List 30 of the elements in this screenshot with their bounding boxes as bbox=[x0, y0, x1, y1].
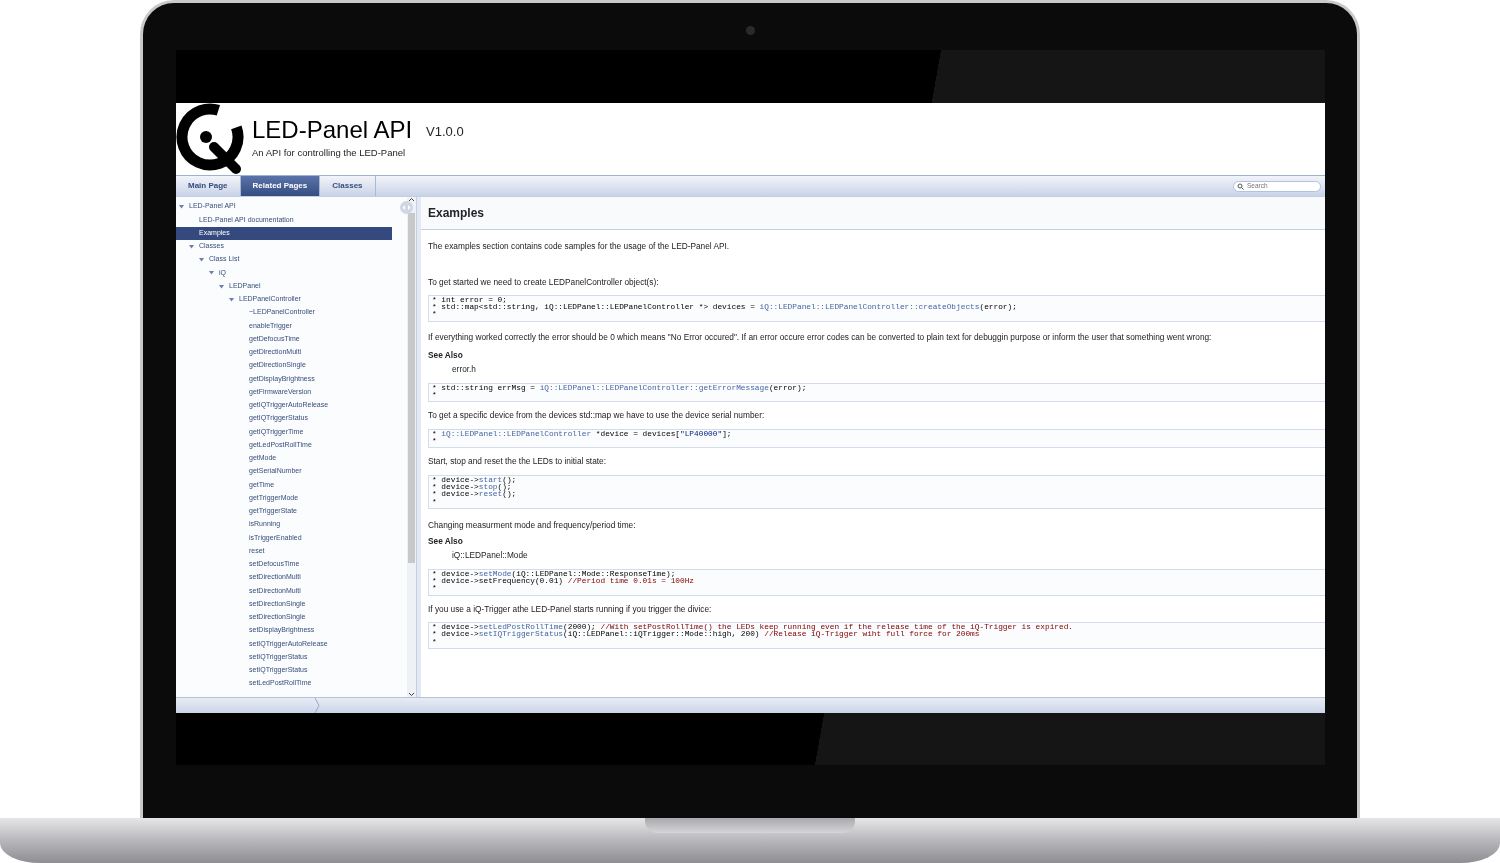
paragraph: To get a specific device from the devices std::map we have to use the device serial number: bbox=[428, 409, 766, 422]
caret-icon[interactable] bbox=[209, 270, 214, 276]
caret-icon[interactable] bbox=[219, 283, 224, 289]
caret-icon[interactable] bbox=[199, 257, 204, 263]
see-also-link[interactable]: error.h bbox=[452, 363, 1318, 376]
paragraph: The examples section contains code samples for the usage of the LED-Panel API. bbox=[428, 240, 731, 253]
nav-tab[interactable]: Classes bbox=[320, 176, 376, 196]
caret-icon[interactable] bbox=[229, 296, 234, 302]
paragraph: To get started we need to create LEDPanelController object(s): bbox=[428, 276, 660, 289]
see-also-heading: See Also bbox=[428, 351, 464, 362]
project-subtitle: An API for controlling the LED-Panel bbox=[252, 145, 407, 160]
caret-icon[interactable] bbox=[189, 243, 194, 249]
scroll-down-icon[interactable] bbox=[408, 691, 415, 697]
scrollbar[interactable] bbox=[407, 197, 416, 697]
see-also-heading: See Also bbox=[428, 537, 464, 548]
paragraph: If everything worked correctly the error should be 0 which means "No Error occured". If an error occure error codes can be converted to plain text for debuggin purpose or inform the user that something went wrong: bbox=[428, 330, 1213, 344]
nav-tab[interactable]: Main Page bbox=[176, 176, 241, 196]
camera-dot bbox=[745, 26, 755, 35]
paragraph: If you use a iQ-Trigger athe LED-Panel starts running if you trigger the divice: bbox=[428, 602, 713, 615]
paragraph: Start, stop and reset the the LEDs to initial state: bbox=[428, 455, 608, 468]
paragraph: Changing measurment mode and frequency/period time: bbox=[428, 518, 637, 532]
project-title: LED-Panel API bbox=[252, 117, 413, 142]
page-heading: Examples bbox=[421, 197, 1325, 230]
see-also-link[interactable]: iQ::LEDPanel::Mode bbox=[452, 549, 1318, 562]
version-label: V1.0.0 bbox=[426, 123, 464, 142]
scroll-up-icon[interactable] bbox=[408, 197, 415, 203]
nav-tab[interactable]: Related Pages bbox=[240, 176, 321, 196]
caret-icon[interactable] bbox=[179, 204, 184, 210]
chevron-icon bbox=[314, 698, 320, 713]
search-icon bbox=[1237, 182, 1245, 190]
